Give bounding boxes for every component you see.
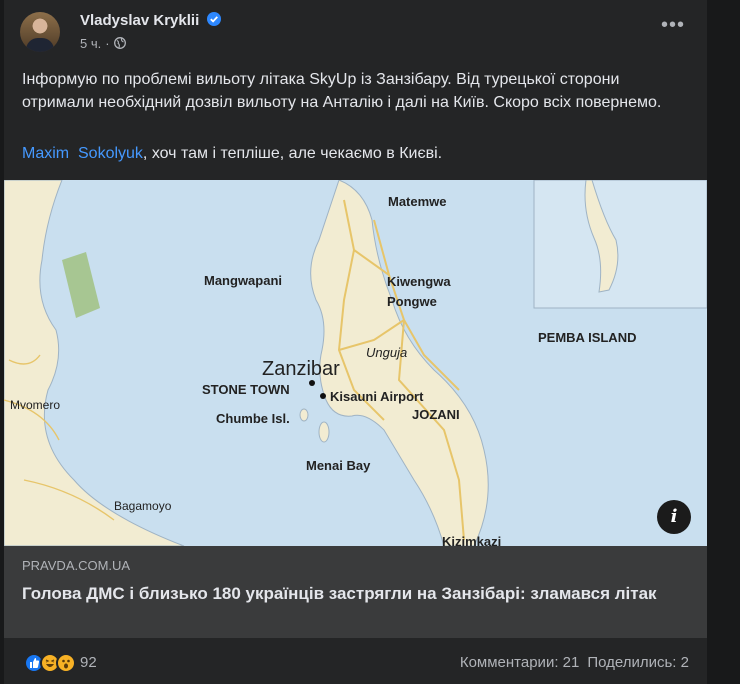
- post-text: Інформую по проблемі вильоту літака SkyU…: [22, 71, 662, 111]
- info-button[interactable]: i: [657, 500, 691, 534]
- map-label-bagamoyo: Bagamoyo: [114, 499, 172, 513]
- map-label-menai: Menai Bay: [306, 458, 371, 473]
- author-name[interactable]: Vladyslav Kryklii: [80, 12, 199, 29]
- link-title[interactable]: Голова ДМС і близько 180 українців застр…: [22, 582, 682, 606]
- map-label-pongwe: Pongwe: [387, 294, 437, 309]
- map-label-mangwapani: Mangwapani: [204, 273, 282, 288]
- map-label-kiwengwa: Kiwengwa: [387, 274, 451, 289]
- mention-rest-text: , хоч там і тепліше, але чекаємо в Києві…: [142, 145, 443, 162]
- post-header: Vladyslav Kryklii 5 ч. · •••: [20, 8, 691, 60]
- mention-link-last[interactable]: Sokolyuk: [78, 145, 143, 162]
- meta-separator: ·: [105, 36, 110, 51]
- engagement-counts: Комментарии: 21 Поделились: 2: [460, 654, 689, 671]
- post-meta: 5 ч. ·: [80, 36, 126, 51]
- post-mention-line: Maxim Sokolyuk, хоч там і тепліше, але ч…: [22, 145, 442, 163]
- zanzibar-map: Matemwe Mangwapani Kiwengwa Pongwe PEMBA…: [4, 180, 707, 546]
- public-globe-icon: [113, 37, 126, 49]
- map-label-unguja: Unguja: [366, 345, 407, 360]
- map-label-mvomero: Mvomero: [10, 398, 60, 412]
- author-name-row: Vladyslav Kryklii: [80, 12, 222, 29]
- link-domain: PRAVDA.COM.UA: [22, 558, 131, 573]
- post-card: Vladyslav Kryklii 5 ч. · ••• Інформую по …: [4, 0, 707, 684]
- mention-link-first[interactable]: Maxim: [22, 145, 69, 162]
- more-options-button[interactable]: •••: [655, 15, 691, 40]
- map-label-stone-town: STONE TOWN: [202, 382, 290, 397]
- comments-count[interactable]: Комментарии: 21: [460, 654, 580, 671]
- map-label-matemwe: Matemwe: [388, 194, 447, 209]
- wow-reaction-icon: [56, 653, 76, 673]
- post-time[interactable]: 5 ч.: [80, 36, 101, 51]
- reaction-count[interactable]: 92: [80, 654, 97, 671]
- verified-badge-icon: [207, 12, 222, 26]
- map-label-chumbe: Chumbe Isl.: [216, 411, 290, 426]
- map-label-kizimkazi: Kizimkazi: [442, 534, 501, 546]
- map-label-zanzibar: Zanzibar: [262, 358, 340, 380]
- author-avatar[interactable]: [20, 12, 60, 52]
- map-label-kisauni: Kisauni Airport: [330, 389, 424, 404]
- post-footer: 92 Комментарии: 21 Поделились: 2: [4, 638, 707, 684]
- map-label-jozani: JOZANI: [412, 407, 460, 422]
- link-preview-caption[interactable]: PRAVDA.COM.UA Голова ДМС і близько 180 у…: [4, 546, 707, 638]
- map-label-pemba: PEMBA ISLAND: [538, 330, 636, 345]
- link-preview-image[interactable]: Matemwe Mangwapani Kiwengwa Pongwe PEMBA…: [4, 180, 707, 546]
- shares-count[interactable]: Поделились: 2: [587, 654, 689, 671]
